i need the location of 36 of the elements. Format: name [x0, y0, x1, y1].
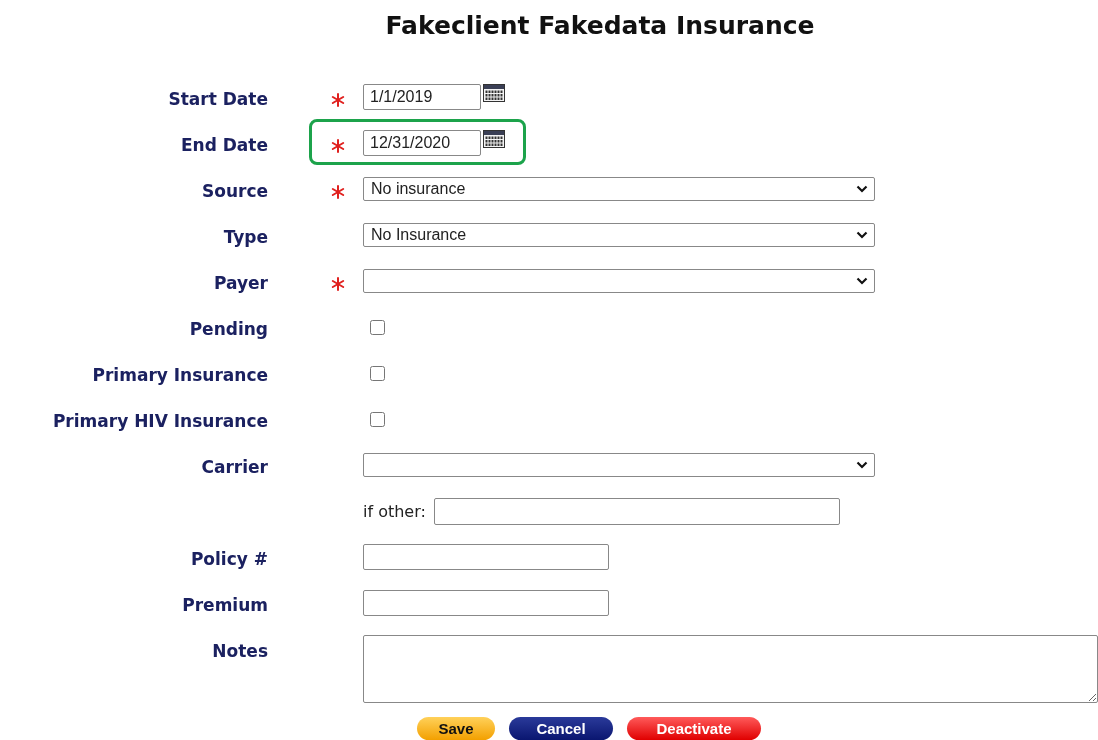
- field-label: Start Date: [168, 89, 268, 109]
- dropdown[interactable]: [363, 269, 875, 293]
- field-label: Premium: [182, 595, 268, 615]
- caret-icon: [856, 185, 868, 193]
- checkbox[interactable]: [370, 319, 385, 335]
- field-label: Policy #: [190, 549, 268, 569]
- field-label: if other:: [363, 501, 426, 521]
- calendar-icon[interactable]: [483, 84, 505, 102]
- calendar-icon[interactable]: [483, 130, 505, 148]
- checkbox[interactable]: [370, 411, 385, 427]
- notes-field[interactable]: [363, 635, 1098, 703]
- field-label: Type: [223, 227, 268, 247]
- dropdown[interactable]: No insurance: [363, 177, 875, 201]
- dropdown[interactable]: No Insurance: [363, 223, 875, 247]
- field-label: Carrier: [201, 457, 268, 477]
- caret-icon: [856, 461, 868, 469]
- field-label: Primary Insurance: [92, 365, 268, 385]
- field-label: Notes: [212, 641, 268, 661]
- input-field[interactable]: [363, 544, 609, 570]
- field-label: Source: [201, 181, 268, 201]
- caret-icon: [856, 231, 868, 239]
- dropdown[interactable]: [363, 453, 875, 477]
- field-label: Pending: [189, 319, 268, 339]
- deactivate-button[interactable]: Deactivate: [627, 717, 761, 740]
- field-label: Payer: [214, 273, 268, 293]
- save-button[interactable]: Save: [417, 717, 495, 740]
- caret-icon: [856, 277, 868, 285]
- input-field[interactable]: [433, 497, 840, 525]
- cancel-button[interactable]: Cancel: [509, 717, 613, 740]
- checkbox[interactable]: [370, 365, 385, 381]
- input-field[interactable]: [363, 590, 609, 616]
- date-field[interactable]: 1/1/2019: [363, 84, 481, 110]
- date-field[interactable]: 12/31/2020: [363, 130, 481, 156]
- page-title: Fakeclient Fakedata Insurance: [384, 10, 816, 42]
- field-label: Primary HIV Insurance: [52, 411, 268, 431]
- field-label: End Date: [180, 135, 268, 155]
